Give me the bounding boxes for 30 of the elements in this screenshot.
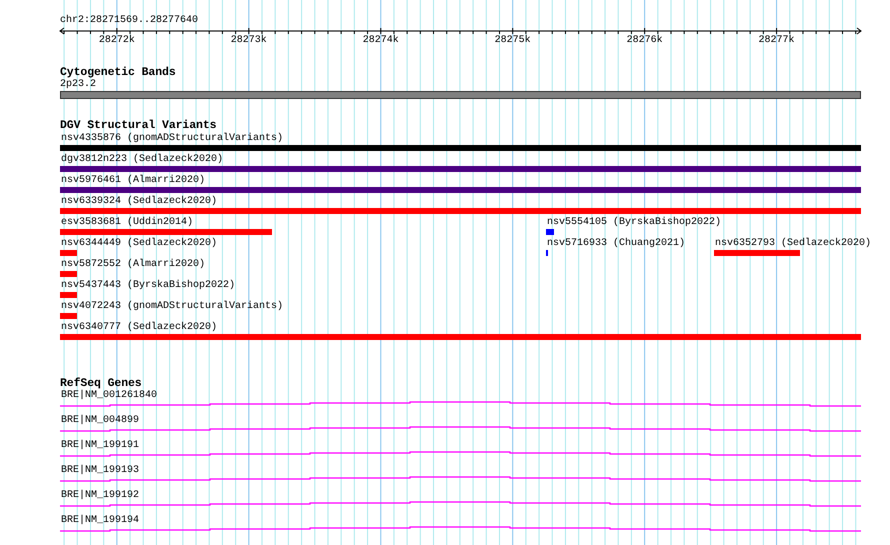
tick-label: 28277k: [758, 35, 795, 47]
variant-label: nsv6339324 (Sedlazeck2020): [61, 196, 218, 208]
tick-label: 28273k: [230, 35, 267, 47]
gene-label: BRE|NM_004899: [61, 415, 140, 427]
gene-label: BRE|NM_199191: [61, 440, 140, 452]
variant-label: nsv6344449 (Sedlazeck2020): [61, 238, 218, 250]
tick-label: 28274k: [362, 35, 399, 47]
gene-label: BRE|NM_199192: [61, 490, 140, 502]
tick-label: 28276k: [626, 35, 663, 47]
variant-label: nsv5716933 (Chuang2021): [547, 238, 686, 250]
variant-label: nsv4335876 (gnomADStructuralVariants): [61, 133, 284, 145]
variant-label: nsv5437443 (ByrskaBishop2022): [61, 280, 236, 292]
variant-label: nsv5976461 (Almarri2020): [61, 175, 206, 187]
region-label: chr2:28271569..28277640: [60, 15, 200, 27]
variant-label: nsv5872552 (Almarri2020): [61, 259, 206, 271]
variant-label: nsv5554105 (ByrskaBishop2022): [547, 217, 722, 229]
gene-label: BRE|NM_001261840: [61, 390, 158, 402]
variant-label: nsv6340777 (Sedlazeck2020): [61, 322, 218, 334]
variant-label: nsv6352793 (Sedlazeck2020): [715, 238, 872, 250]
track-title: DGV Structural Variants: [60, 120, 218, 132]
band-label: 2p23.2: [60, 79, 98, 91]
gene-label: BRE|NM_199194: [61, 515, 140, 527]
tick-label: 28272k: [98, 35, 135, 47]
track-title: Cytogenetic Bands: [60, 67, 177, 79]
track-title: RefSeq Genes: [60, 378, 142, 390]
gene-label: BRE|NM_199193: [61, 465, 140, 477]
tick-label: 28275k: [494, 35, 531, 47]
variant-label: dgv3812n223 (Sedlazeck2020): [61, 154, 224, 166]
variant-label: nsv4072243 (gnomADStructuralVariants): [61, 301, 284, 313]
variant-label: esv3583681 (Uddin2014): [61, 217, 194, 229]
